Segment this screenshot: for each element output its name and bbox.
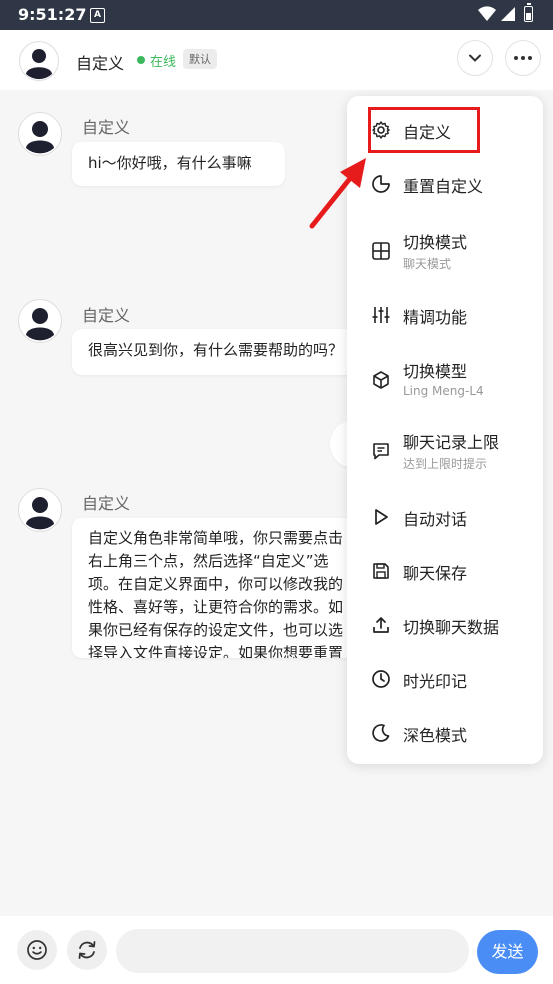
message-avatar-icon[interactable] xyxy=(18,299,62,343)
chat-bubble-icon xyxy=(373,443,389,460)
menu-item-label: 自动对话 xyxy=(403,510,468,529)
menu-item-label: 聊天保存 xyxy=(403,564,468,583)
menu-item-label: 重置自定义 xyxy=(403,177,484,196)
menu-item-sublabel: Ling Meng-L4 xyxy=(403,384,484,398)
chat-header: 自定义 在线 默认 xyxy=(0,30,553,90)
menu-item-switch-model[interactable]: 切换模型 Ling Meng-L4 xyxy=(347,351,543,409)
menu-item-sublabel: 达到上限时提示 xyxy=(403,457,488,471)
more-dots-icon xyxy=(514,56,532,60)
menu-item-label: 精调功能 xyxy=(403,308,468,327)
chat-title: 自定义 xyxy=(76,54,125,73)
upload-icon xyxy=(373,617,389,633)
app-badge-icon: A xyxy=(90,8,105,23)
message-bubble[interactable]: hi～你好哦，有什么事嘛 xyxy=(72,142,285,186)
menu-item-dark-mode[interactable]: 深色模式 xyxy=(347,707,543,759)
default-badge: 默认 xyxy=(183,49,217,69)
online-status: 在线 xyxy=(150,55,177,70)
play-icon xyxy=(375,509,388,525)
menu-item-label: 切换模式 xyxy=(403,233,468,252)
grid-icon xyxy=(372,242,390,260)
dropdown-button[interactable] xyxy=(457,40,493,76)
emoji-button[interactable] xyxy=(17,930,57,970)
status-bar: 9:51:27 A xyxy=(0,0,553,30)
sliders-icon xyxy=(372,307,390,323)
online-dot-icon xyxy=(137,56,145,64)
menu-item-label: 切换聊天数据 xyxy=(403,618,500,637)
avatar-icon[interactable] xyxy=(19,41,59,81)
message-sender: 自定义 xyxy=(82,494,131,513)
message-avatar-icon[interactable] xyxy=(18,488,62,532)
moon-icon xyxy=(372,724,390,742)
message-bubble[interactable]: 自定义角色非常简单哦，你只需要点击右上角三个点，然后选择“自定义”选项。在自定义… xyxy=(72,518,362,658)
save-icon xyxy=(373,563,389,579)
menu-item-sublabel: 聊天模式 xyxy=(403,257,452,271)
message-input[interactable] xyxy=(116,929,469,973)
send-button[interactable]: 发送 xyxy=(477,930,538,974)
status-time: 9:51:27 xyxy=(18,5,87,24)
clock-icon xyxy=(372,670,390,688)
refresh-icon xyxy=(78,941,96,959)
battery-icon xyxy=(524,3,533,22)
menu-item-fine-tune[interactable]: 精调功能 xyxy=(347,289,543,341)
refresh-button[interactable] xyxy=(67,930,107,970)
highlight-box xyxy=(368,107,480,153)
wifi-icon xyxy=(478,6,496,22)
menu-item-chat-limit[interactable]: 聊天记录上限 达到上限时提示 xyxy=(347,422,543,480)
message-sender: 自定义 xyxy=(82,118,131,137)
menu-item-save-chat[interactable]: 聊天保存 xyxy=(347,545,543,597)
cube-icon xyxy=(373,371,389,389)
menu-item-switch-data[interactable]: 切换聊天数据 xyxy=(347,599,543,651)
menu-item-label: 聊天记录上限 xyxy=(403,433,500,452)
signal-icon xyxy=(501,7,515,21)
menu-item-label: 切换模型 xyxy=(403,362,468,381)
input-bar: 发送 xyxy=(0,916,553,984)
menu-item-label: 深色模式 xyxy=(403,726,468,745)
menu-item-time-imprint[interactable]: 时光印记 xyxy=(347,653,543,705)
menu-item-label: 时光印记 xyxy=(403,672,468,691)
emoji-icon xyxy=(27,940,47,960)
message-sender: 自定义 xyxy=(82,306,131,325)
message-avatar-icon[interactable] xyxy=(18,112,62,156)
message-bubble[interactable]: 很高兴见到你，有什么需要帮助的吗？ xyxy=(72,329,372,375)
more-options-button[interactable] xyxy=(505,40,541,76)
menu-item-auto-chat[interactable]: 自动对话 xyxy=(347,491,543,543)
chevron-down-icon xyxy=(469,54,481,62)
red-arrow-icon xyxy=(309,158,366,229)
